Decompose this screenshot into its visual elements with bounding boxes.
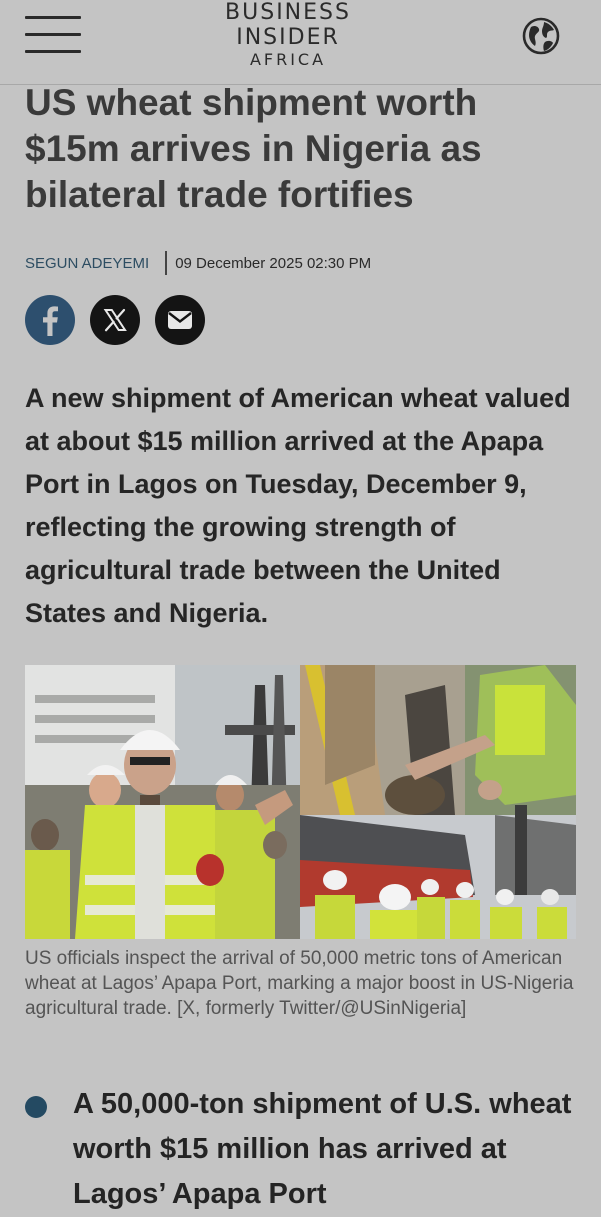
email-icon [155,295,205,345]
facebook-icon [25,295,75,345]
facebook-share-button[interactable] [25,295,75,345]
x-share-button[interactable] [90,295,140,345]
logo-line-2: INSIDER [236,25,340,50]
byline-divider [165,251,168,275]
image-caption: US officials inspect the arrival of 50,0… [25,948,574,1019]
logo-line-3: AFRICA [249,50,327,69]
article-image[interactable] [25,665,576,939]
email-share-button[interactable] [155,295,205,345]
key-point-bullet: A 50,000-ton shipment of U.S. wheat wort… [73,1088,572,1210]
byline: SEGUN ADEYEMI 09 December 2025 02:30 PM [25,250,371,276]
logo-line-1: BUSINESS [225,0,351,25]
hamburger-menu-icon[interactable] [25,16,81,54]
bullet-icon [25,1096,47,1118]
article-lede: A new shipment of American wheat valued … [25,383,571,628]
publish-date: 09 December 2025 02:30 PM [175,254,372,272]
site-logo[interactable]: BUSINESS INSIDER AFRICA [200,0,376,70]
x-icon [90,295,140,345]
site-header: BUSINESS INSIDER AFRICA [0,0,601,85]
globe-icon[interactable] [521,16,561,56]
article-headline: US wheat shipment worth $15m arrives in … [25,82,482,215]
author-link[interactable]: SEGUN ADEYEMI [25,255,149,272]
